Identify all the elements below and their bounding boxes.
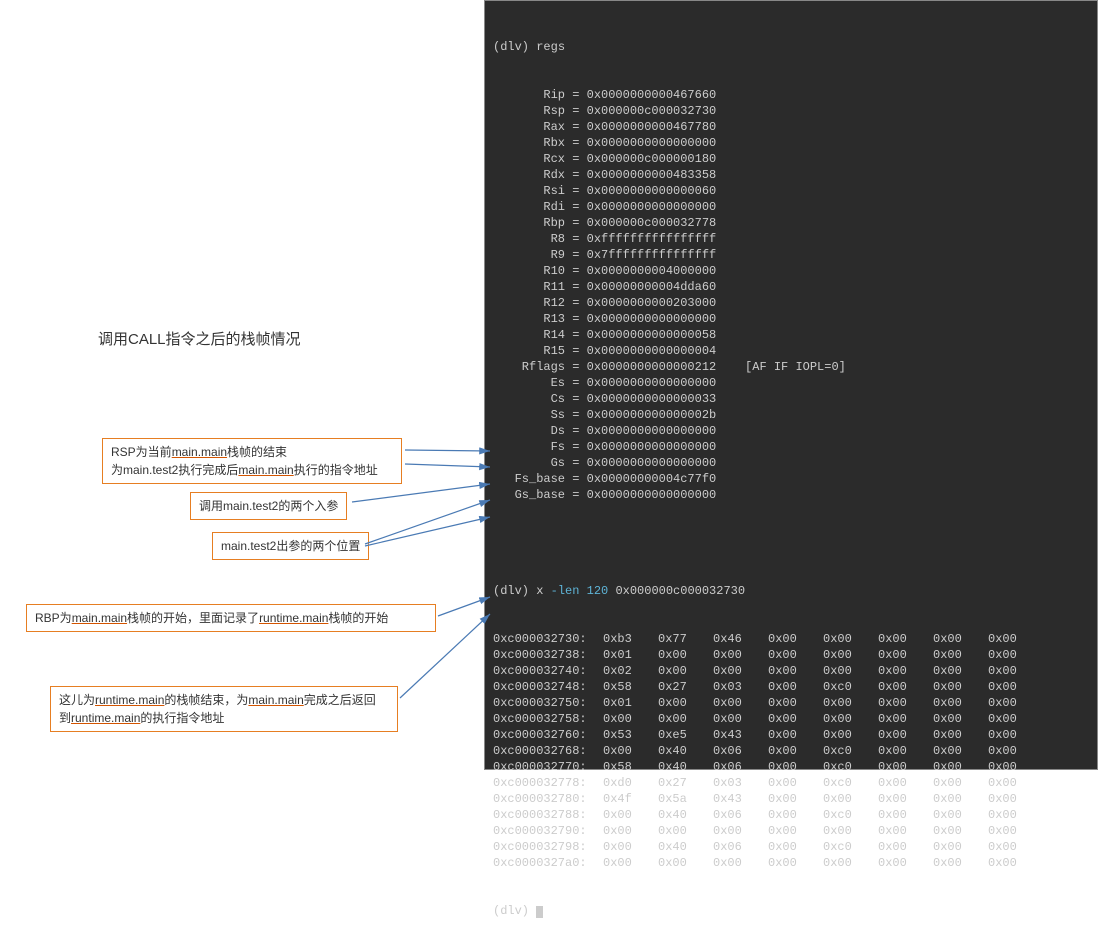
register-line: R10 = 0x0000000004000000 (493, 263, 1089, 279)
registers-block: Rip = 0x0000000000467660 Rsp = 0x000000c… (493, 87, 1089, 503)
cursor (536, 906, 543, 918)
memory-row: 0xc000032730:0xb30x770x460x000x000x000x0… (493, 631, 1089, 647)
memory-row: 0xc000032750:0x010x000x000x000x000x000x0… (493, 695, 1089, 711)
memory-row: 0xc000032738:0x010x000x000x000x000x000x0… (493, 647, 1089, 663)
callout-args-out: main.test2出参的两个位置 (212, 532, 369, 560)
register-line: Rcx = 0x000000c000000180 (493, 151, 1089, 167)
regs-command-line: (dlv) regs (493, 39, 1089, 55)
register-line: R13 = 0x0000000000000000 (493, 311, 1089, 327)
register-line: R8 = 0xffffffffffffffff (493, 231, 1089, 247)
memory-row: 0xc0000327a0:0x000x000x000x000x000x000x0… (493, 855, 1089, 871)
register-line: Fs_base = 0x00000000004c77f0 (493, 471, 1089, 487)
memory-row: 0xc000032768:0x000x400x060x000xc00x000x0… (493, 743, 1089, 759)
callout-runtime-end: 这儿为runtime.main的栈帧结束，为main.main完成之后返回 到r… (50, 686, 398, 732)
callout-args-in: 调用main.test2的两个入参 (190, 492, 347, 520)
register-line: Gs = 0x0000000000000000 (493, 455, 1089, 471)
register-line: Fs = 0x0000000000000000 (493, 439, 1089, 455)
prompt-line[interactable]: (dlv) (493, 903, 1089, 919)
memory-row: 0xc000032748:0x580x270x030x000xc00x000x0… (493, 679, 1089, 695)
callout-rsp: RSP为当前main.main栈帧的结束 为main.test2执行完成后mai… (102, 438, 402, 484)
register-line: Rsp = 0x000000c000032730 (493, 103, 1089, 119)
mem-command-line: (dlv) x -len 120 0x000000c000032730 (493, 583, 1089, 599)
register-line: Ss = 0x000000000000002b (493, 407, 1089, 423)
memory-row: 0xc000032798:0x000x400x060x000xc00x000x0… (493, 839, 1089, 855)
register-line: Rax = 0x0000000000467780 (493, 119, 1089, 135)
memory-row: 0xc000032740:0x020x000x000x000x000x000x0… (493, 663, 1089, 679)
register-line: R15 = 0x0000000000000004 (493, 343, 1089, 359)
register-line: Rsi = 0x0000000000000060 (493, 183, 1089, 199)
register-line: Rbx = 0x0000000000000000 (493, 135, 1089, 151)
register-line: Rip = 0x0000000000467660 (493, 87, 1089, 103)
blank-line (493, 535, 1089, 551)
register-line: Rdi = 0x0000000000000000 (493, 199, 1089, 215)
register-line: Cs = 0x0000000000000033 (493, 391, 1089, 407)
register-line: R12 = 0x0000000000203000 (493, 295, 1089, 311)
callout-rbp: RBP为main.main栈帧的开始，里面记录了runtime.main栈帧的开… (26, 604, 436, 632)
memory-row: 0xc000032770:0x580x400x060x000xc00x000x0… (493, 759, 1089, 775)
memory-block: 0xc000032730:0xb30x770x460x000x000x000x0… (493, 631, 1089, 871)
memory-row: 0xc000032758:0x000x000x000x000x000x000x0… (493, 711, 1089, 727)
memory-row: 0xc000032790:0x000x000x000x000x000x000x0… (493, 823, 1089, 839)
register-line: Es = 0x0000000000000000 (493, 375, 1089, 391)
register-line: Rdx = 0x0000000000483358 (493, 167, 1089, 183)
memory-row: 0xc000032780:0x4f0x5a0x430x000x000x000x0… (493, 791, 1089, 807)
register-line: R9 = 0x7fffffffffffffff (493, 247, 1089, 263)
register-line: Gs_base = 0x0000000000000000 (493, 487, 1089, 503)
page-title: 调用CALL指令之后的栈帧情况 (98, 328, 301, 349)
memory-row: 0xc000032778:0xd00x270x030x000xc00x000x0… (493, 775, 1089, 791)
terminal-output: (dlv) regs Rip = 0x0000000000467660 Rsp … (484, 0, 1098, 770)
register-line: Ds = 0x0000000000000000 (493, 423, 1089, 439)
register-line: R11 = 0x00000000004dda60 (493, 279, 1089, 295)
memory-row: 0xc000032760:0x530xe50x430x000x000x000x0… (493, 727, 1089, 743)
register-line: Rbp = 0x000000c000032778 (493, 215, 1089, 231)
register-line: Rflags = 0x0000000000000212 [AF IF IOPL=… (493, 359, 1089, 375)
register-line: R14 = 0x0000000000000058 (493, 327, 1089, 343)
memory-row: 0xc000032788:0x000x400x060x000xc00x000x0… (493, 807, 1089, 823)
